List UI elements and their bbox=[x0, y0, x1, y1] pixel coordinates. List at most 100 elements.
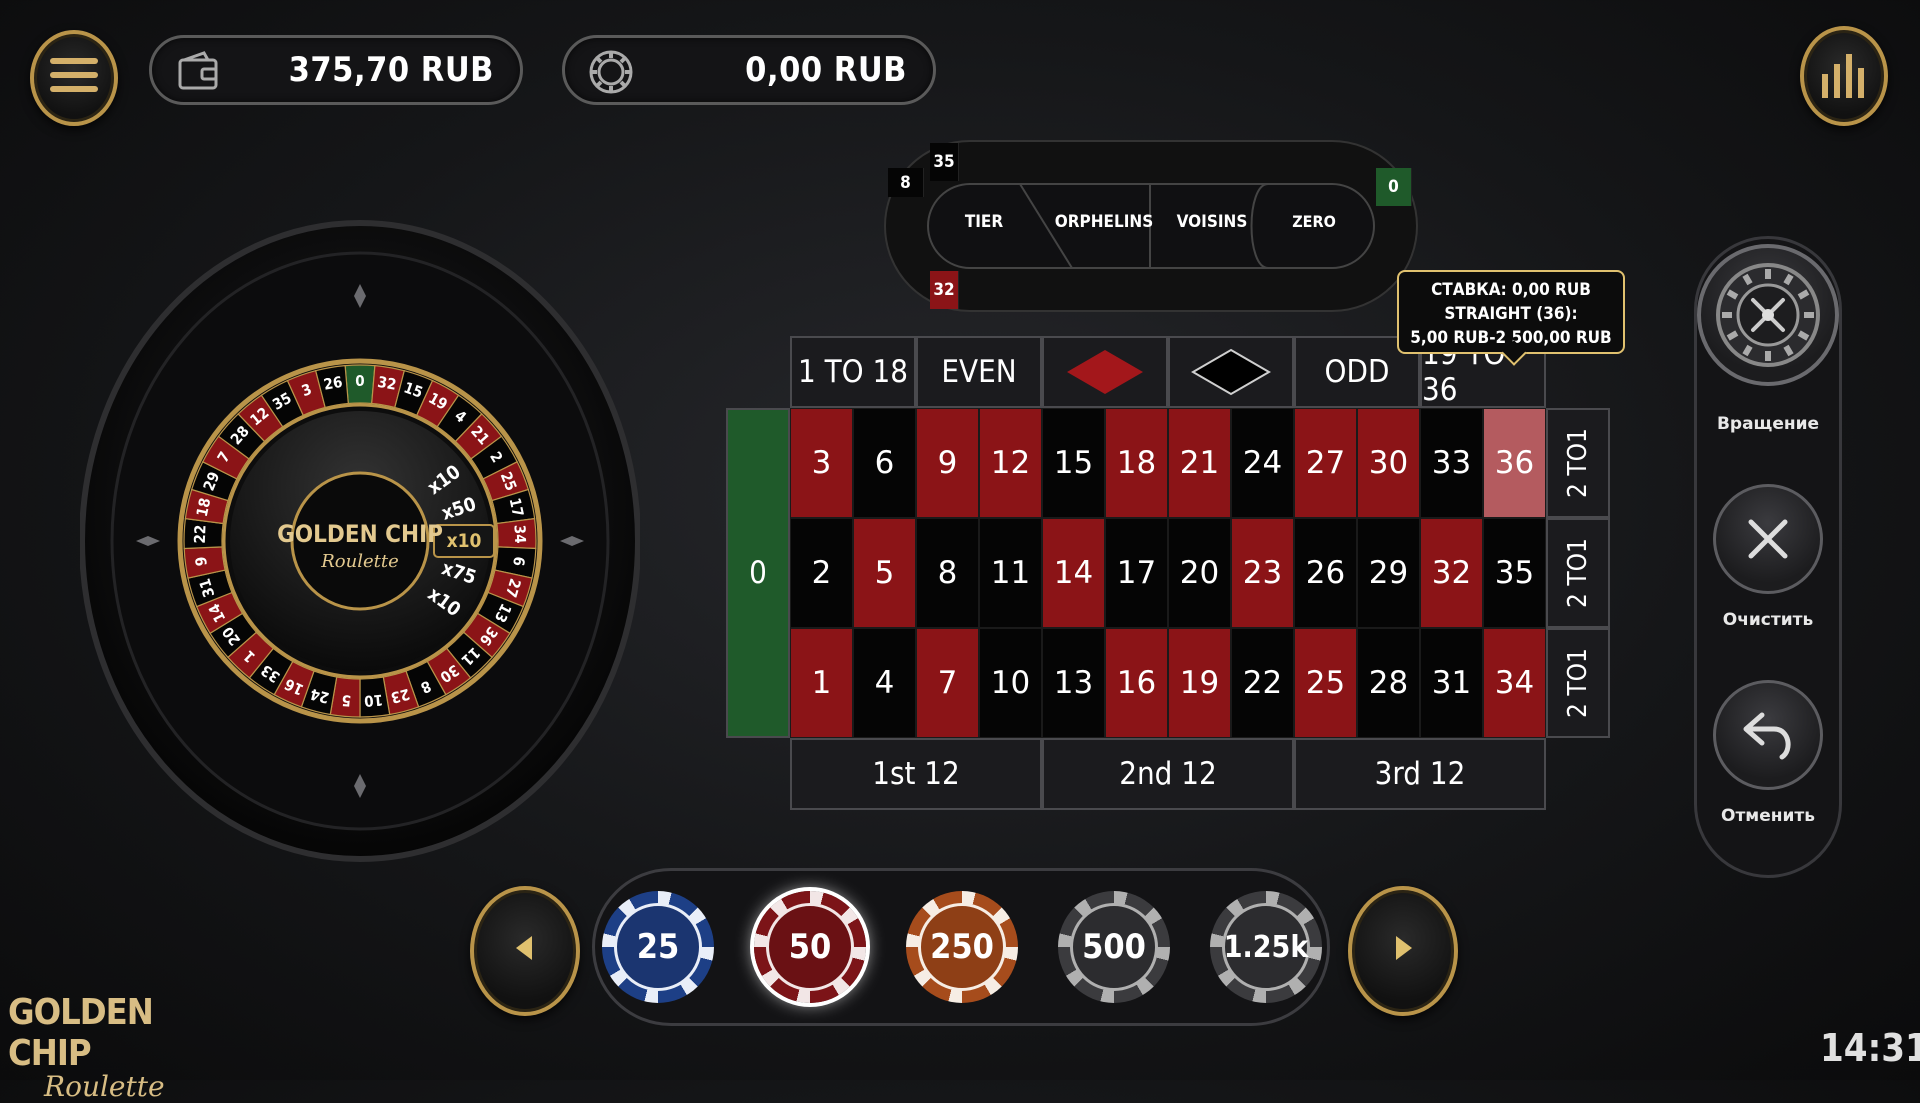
wheel-pocket-number: 22 bbox=[191, 524, 210, 544]
chip-50[interactable]: 50 bbox=[754, 891, 866, 1003]
chips-prev-button[interactable] bbox=[470, 886, 580, 1016]
number-cell-30[interactable]: 30 bbox=[1357, 408, 1420, 518]
number-cell-13[interactable]: 13 bbox=[1042, 628, 1105, 738]
wheel-multiplier: x10 bbox=[447, 530, 482, 552]
total-bet-value: 0,00 RUB bbox=[745, 50, 907, 90]
number-cell-10[interactable]: 10 bbox=[979, 628, 1042, 738]
zero-cell[interactable]: 0 bbox=[726, 408, 790, 738]
racetrack-orphelins[interactable]: ORPHELINS bbox=[1054, 212, 1154, 232]
roulette-wheel: 0 32 15 19421225173462713361130823105241633… bbox=[80, 220, 640, 862]
tooltip-line2: STRAIGHT (36): bbox=[1444, 304, 1578, 324]
number-cell-34[interactable]: 34 bbox=[1483, 628, 1546, 738]
chip-250[interactable]: 250 bbox=[906, 891, 1018, 1003]
wheel-pocket-number: 26 bbox=[322, 373, 344, 394]
number-cell-31[interactable]: 31 bbox=[1420, 628, 1483, 738]
number-cell-27[interactable]: 27 bbox=[1294, 408, 1357, 518]
balance-value: 375,70 RUB bbox=[288, 50, 494, 90]
number-cell-12[interactable]: 12 bbox=[979, 408, 1042, 518]
number-cell-7[interactable]: 7 bbox=[916, 628, 979, 738]
number-cell-11[interactable]: 11 bbox=[979, 518, 1042, 628]
racetrack-tier[interactable]: TIER bbox=[944, 212, 1024, 232]
bet-1-to-18[interactable]: 1 TO 18 bbox=[790, 336, 916, 408]
clear-button[interactable] bbox=[1713, 484, 1823, 594]
column-bet[interactable]: 2 TO1 bbox=[1546, 408, 1610, 518]
racetrack-number[interactable]: 32 bbox=[930, 271, 959, 309]
number-cell-35[interactable]: 35 bbox=[1483, 518, 1546, 628]
brand-logo: GOLDEN CHIP Roulette bbox=[8, 992, 188, 1103]
number-cell-20[interactable]: 20 bbox=[1168, 518, 1231, 628]
spin-label: Вращение bbox=[1716, 414, 1820, 434]
number-cell-4[interactable]: 4 bbox=[853, 628, 916, 738]
brand-line1: GOLDEN CHIP bbox=[8, 992, 154, 1074]
chip-label: 50 bbox=[766, 903, 854, 991]
number-cell-17[interactable]: 17 bbox=[1105, 518, 1168, 628]
chip-500[interactable]: 500 bbox=[1058, 891, 1170, 1003]
total-bet-display: 0,00 RUB bbox=[562, 35, 936, 105]
clock: 14:31 bbox=[1820, 1026, 1920, 1070]
chip-label: 500 bbox=[1070, 903, 1158, 991]
racetrack-number[interactable]: 0 bbox=[1376, 168, 1412, 206]
number-cell-16[interactable]: 16 bbox=[1105, 628, 1168, 738]
chips-next-button[interactable] bbox=[1348, 886, 1458, 1016]
arrow-left-icon bbox=[516, 936, 532, 960]
number-cell-3[interactable]: 3 bbox=[790, 408, 853, 518]
wheel-pocket-number: 5 bbox=[341, 691, 352, 710]
undo-label: Отменить bbox=[1721, 806, 1815, 826]
chip-1.25k[interactable]: 1.25k bbox=[1210, 891, 1322, 1003]
racetrack[interactable]: 241633120143192218297281235 301136132763… bbox=[884, 140, 1418, 312]
column-bet[interactable]: 2 TO1 bbox=[1546, 628, 1610, 738]
number-cell-33[interactable]: 33 bbox=[1420, 408, 1483, 518]
number-cell-5[interactable]: 5 bbox=[853, 518, 916, 628]
racetrack-number[interactable]: 35 bbox=[930, 143, 959, 181]
number-cell-15[interactable]: 15 bbox=[1042, 408, 1105, 518]
chip-label: 250 bbox=[918, 903, 1006, 991]
racetrack-zero[interactable]: ZERO bbox=[1274, 212, 1354, 231]
undo-icon bbox=[1743, 712, 1791, 760]
balance-display: 375,70 RUB bbox=[149, 35, 523, 105]
number-cell-8[interactable]: 8 bbox=[916, 518, 979, 628]
bar-chart-icon bbox=[1822, 54, 1866, 98]
brand-line2: Roulette bbox=[44, 1070, 165, 1103]
chip-label: 25 bbox=[614, 903, 702, 991]
menu-button[interactable] bbox=[30, 30, 118, 126]
number-cell-36[interactable]: 36 bbox=[1483, 408, 1546, 518]
number-cell-29[interactable]: 29 bbox=[1357, 518, 1420, 628]
dozen-bet[interactable]: 2nd 12 bbox=[1042, 738, 1294, 810]
number-cell-22[interactable]: 22 bbox=[1231, 628, 1294, 738]
number-cell-1[interactable]: 1 bbox=[790, 628, 853, 738]
bet-black[interactable] bbox=[1168, 336, 1294, 408]
number-cell-25[interactable]: 25 bbox=[1294, 628, 1357, 738]
wallet-icon bbox=[178, 51, 218, 90]
wheel-pocket-number: 0 bbox=[355, 372, 364, 390]
number-cell-28[interactable]: 28 bbox=[1357, 628, 1420, 738]
red-diamond-icon bbox=[1067, 350, 1143, 394]
wheel-logo-line2: Roulette bbox=[320, 551, 399, 572]
chip-25[interactable]: 25 bbox=[602, 891, 714, 1003]
number-cell-9[interactable]: 9 bbox=[916, 408, 979, 518]
number-cell-18[interactable]: 18 bbox=[1105, 408, 1168, 518]
clear-label: Очистить bbox=[1722, 610, 1814, 630]
column-bet[interactable]: 2 TO1 bbox=[1546, 518, 1610, 628]
number-cell-26[interactable]: 26 bbox=[1294, 518, 1357, 628]
spin-button[interactable] bbox=[1697, 244, 1839, 386]
number-cell-2[interactable]: 2 bbox=[790, 518, 853, 628]
bet-red[interactable] bbox=[1042, 336, 1168, 408]
black-diamond-icon bbox=[1191, 348, 1271, 396]
dozen-bet[interactable]: 1st 12 bbox=[790, 738, 1042, 810]
number-cell-19[interactable]: 19 bbox=[1168, 628, 1231, 738]
chip-icon bbox=[589, 50, 633, 94]
betting-table[interactable]: 0 1 TO 18 EVEN ODD 19 TO 36 3 6 9 12 15 18 21 24 27… bbox=[726, 336, 1610, 810]
number-cell-32[interactable]: 32 bbox=[1420, 518, 1483, 628]
number-cell-14[interactable]: 14 bbox=[1042, 518, 1105, 628]
number-cell-23[interactable]: 23 bbox=[1231, 518, 1294, 628]
dozen-bet[interactable]: 3rd 12 bbox=[1294, 738, 1546, 810]
number-cell-6[interactable]: 6 bbox=[853, 408, 916, 518]
undo-button[interactable] bbox=[1713, 680, 1823, 790]
number-cell-24[interactable]: 24 bbox=[1231, 408, 1294, 518]
bet-even[interactable]: EVEN bbox=[916, 336, 1042, 408]
bet-limit-tooltip: СТАВКА: 0,00 RUB STRAIGHT (36): 5,00 RUB… bbox=[1397, 270, 1625, 366]
racetrack-voisins[interactable]: VOISINS bbox=[1162, 212, 1262, 232]
racetrack-number[interactable]: 8 bbox=[888, 168, 924, 197]
number-cell-21[interactable]: 21 bbox=[1168, 408, 1231, 518]
statistics-button[interactable] bbox=[1800, 26, 1888, 126]
